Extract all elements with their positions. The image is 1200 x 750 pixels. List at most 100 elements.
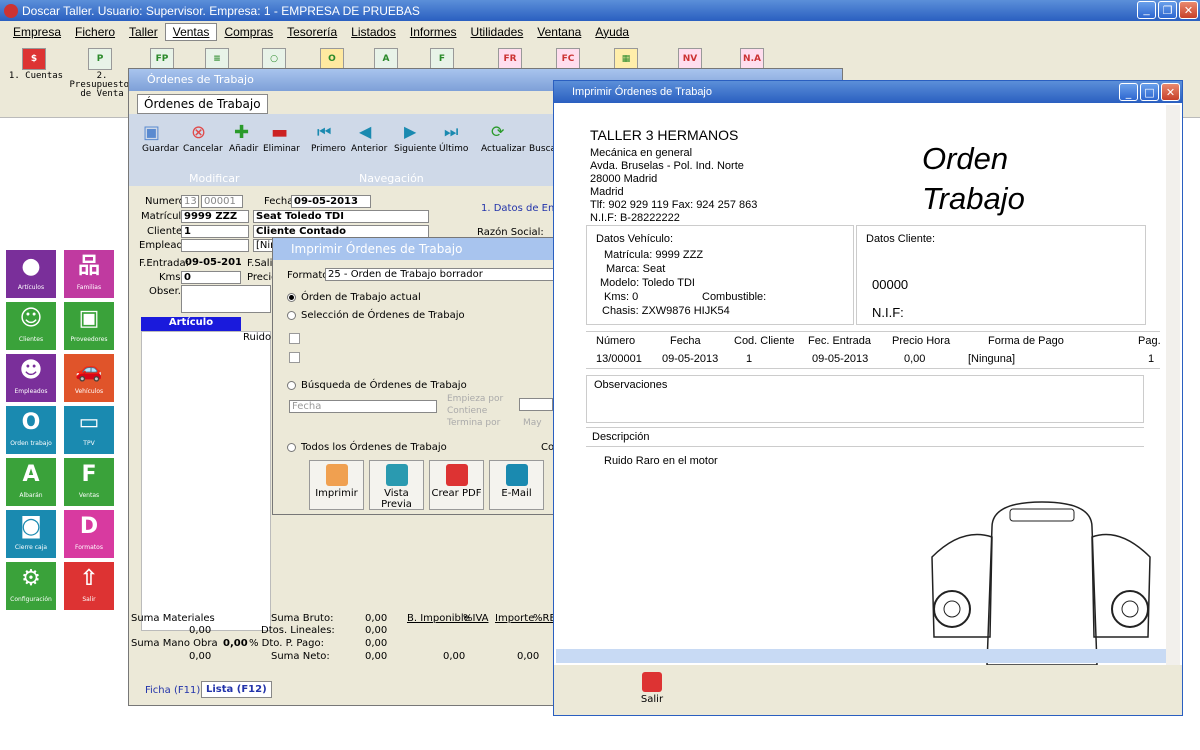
busqueda-text[interactable] (519, 398, 553, 411)
orden-icon[interactable]: O (320, 48, 344, 70)
formato-select[interactable]: 25 - Orden de Trabajo borrador (325, 268, 555, 281)
tile-formatos[interactable]: D Formatos (64, 510, 114, 558)
cuentas-icon[interactable]: $ (22, 48, 46, 70)
factura-icon[interactable]: F (430, 48, 454, 70)
buscar-button[interactable]: Busca (529, 144, 556, 154)
tile-orden-trabajo[interactable]: O Orden trabajo (6, 406, 56, 454)
tile-configuracion[interactable]: ⚙ Configuración (6, 562, 56, 610)
radio-busqueda[interactable] (287, 380, 296, 390)
option-todos[interactable]: Todos los Órdenes de Trabajo (287, 442, 447, 453)
anterior-button[interactable]: Anterior (351, 144, 387, 154)
kms-field[interactable]: 0 (181, 271, 241, 284)
minimize-button[interactable]: _ (1137, 1, 1156, 19)
primero-button[interactable]: Primero (311, 144, 346, 154)
option-busqueda[interactable]: Búsqueda de Órdenes de Trabajo (287, 380, 467, 391)
nv-icon[interactable]: NV (678, 48, 702, 70)
col-articulo[interactable]: Artículo (141, 317, 241, 331)
tile-cierre-caja[interactable]: ◙ Cierre caja (6, 510, 56, 558)
termina-option[interactable]: Termina por (447, 418, 500, 428)
tile-vehiculos[interactable]: 🚗 Vehículos (64, 354, 114, 402)
tile-articulos[interactable]: ● Artículos (6, 250, 56, 298)
imprimir-button[interactable]: Imprimir (309, 460, 364, 510)
menu-ventana[interactable]: Ventana (530, 24, 588, 40)
guardar-button[interactable]: Guardar (142, 144, 179, 154)
tile-clientes[interactable]: ☺ Clientes (6, 302, 56, 350)
fentrada-field[interactable]: 09-05-2013 (183, 257, 241, 270)
cancelar-button[interactable]: Cancelar (183, 144, 223, 154)
grid-icon[interactable]: ▦ (614, 48, 638, 70)
menu-bar: Empresa Fichero Taller Ventas Compras Te… (0, 21, 1200, 42)
radio-seleccion[interactable] (287, 310, 296, 320)
vista-previa-button[interactable]: Vista Previa (369, 460, 424, 510)
exit-icon: ⇧ (79, 566, 99, 591)
fc-icon[interactable]: FC (556, 48, 580, 70)
actualizar-button[interactable]: Actualizar (481, 144, 526, 154)
preview-close-button[interactable]: ✕ (1161, 83, 1180, 101)
radio-actual[interactable] (287, 292, 296, 302)
preview-horizontal-scrollbar[interactable] (556, 649, 1166, 663)
tile-ventas[interactable]: F Ventas (64, 458, 114, 506)
tile-label: Vehículos (74, 388, 104, 395)
preview-vertical-scrollbar[interactable] (1166, 105, 1180, 665)
doc-icon[interactable]: ○ (262, 48, 286, 70)
ribbon-cuentas-label[interactable]: 1. Cuentas (6, 72, 66, 81)
menu-informes[interactable]: Informes (403, 24, 464, 40)
list-icon[interactable]: ≡ (205, 48, 229, 70)
close-button[interactable]: ✕ (1179, 1, 1198, 19)
anadir-button[interactable]: Añadir (229, 144, 258, 154)
menu-fichero[interactable]: Fichero (68, 24, 122, 40)
option-seleccion[interactable]: Selección de Órdenes de Trabajo (287, 310, 465, 321)
tile-empleados[interactable]: ☻ Empleados (6, 354, 56, 402)
fp-icon[interactable]: FP (150, 48, 174, 70)
fr-icon[interactable]: FR (498, 48, 522, 70)
empleado-field[interactable] (181, 239, 249, 252)
tile-tpv[interactable]: ▭ TPV (64, 406, 114, 454)
menu-compras[interactable]: Compras (217, 24, 280, 40)
tile-albaran[interactable]: A Albarán (6, 458, 56, 506)
preview-marca: Marca: Seat (606, 263, 666, 275)
preview-minimize-button[interactable]: _ (1119, 83, 1138, 101)
selection-checkbox-2[interactable] (289, 352, 300, 363)
tab-ficha[interactable]: Ficha (F11) (145, 685, 200, 696)
option-actual[interactable]: Órden de Trabajo actual (287, 292, 421, 303)
descripcion-text: Ruido Raro en el motor (604, 455, 718, 467)
menu-empresa[interactable]: Empresa (6, 24, 68, 40)
numero-field[interactable]: 13 (181, 195, 199, 208)
tile-familias[interactable]: 品 Familias (64, 250, 114, 298)
presupuesto-icon[interactable]: P (88, 48, 112, 70)
cliente-field[interactable]: 1 (181, 225, 249, 238)
eliminar-button[interactable]: Eliminar (263, 144, 300, 154)
menu-taller[interactable]: Taller (122, 24, 165, 40)
preview-maximize-button[interactable]: □ (1140, 83, 1159, 101)
tab-lista[interactable]: Lista (F12) (201, 681, 272, 698)
crear-pdf-button[interactable]: Crear PDF (429, 460, 484, 510)
siguiente-button[interactable]: Siguiente (394, 144, 436, 154)
radio-todos[interactable] (287, 442, 296, 452)
menu-listados[interactable]: Listados (344, 24, 403, 40)
familias-icon: 品 (77, 254, 100, 279)
restore-button[interactable]: ❐ (1158, 1, 1177, 19)
fecha-field[interactable]: 09-05-2013 (291, 195, 371, 208)
company-line6: N.I.F: B-28222222 (590, 212, 680, 224)
numero-b-field[interactable]: 00001 (201, 195, 243, 208)
menu-utilidades[interactable]: Utilidades (464, 24, 531, 40)
email-button[interactable]: E-Mail (489, 460, 544, 510)
na-icon[interactable]: N.A (740, 48, 764, 70)
contiene-option[interactable]: Contiene (447, 406, 487, 416)
tile-salir[interactable]: ⇧ Salir (64, 562, 114, 610)
albaran-icon[interactable]: A (374, 48, 398, 70)
menu-ayuda[interactable]: Ayuda (588, 24, 636, 40)
observaciones-field[interactable] (181, 285, 271, 313)
salir-button[interactable]: Salir (630, 669, 674, 713)
tile-proveedores[interactable]: ▣ Proveedores (64, 302, 114, 350)
menu-tesoreria[interactable]: Tesorería (280, 24, 344, 40)
clientes-icon: ☺ (19, 306, 43, 331)
matricula-field[interactable]: 9999 ZZZ (181, 210, 249, 223)
menu-ventas[interactable]: Ventas (164, 22, 218, 41)
busqueda-field-combo[interactable]: Fecha (289, 400, 437, 413)
ultimo-button[interactable]: Último (439, 144, 468, 154)
selection-checkbox-1[interactable] (289, 333, 300, 344)
mayusculas-checkbox[interactable]: May (523, 418, 542, 428)
tab-ordenes[interactable]: Órdenes de Trabajo (137, 94, 268, 114)
empieza-option[interactable]: Empieza por (447, 394, 503, 404)
